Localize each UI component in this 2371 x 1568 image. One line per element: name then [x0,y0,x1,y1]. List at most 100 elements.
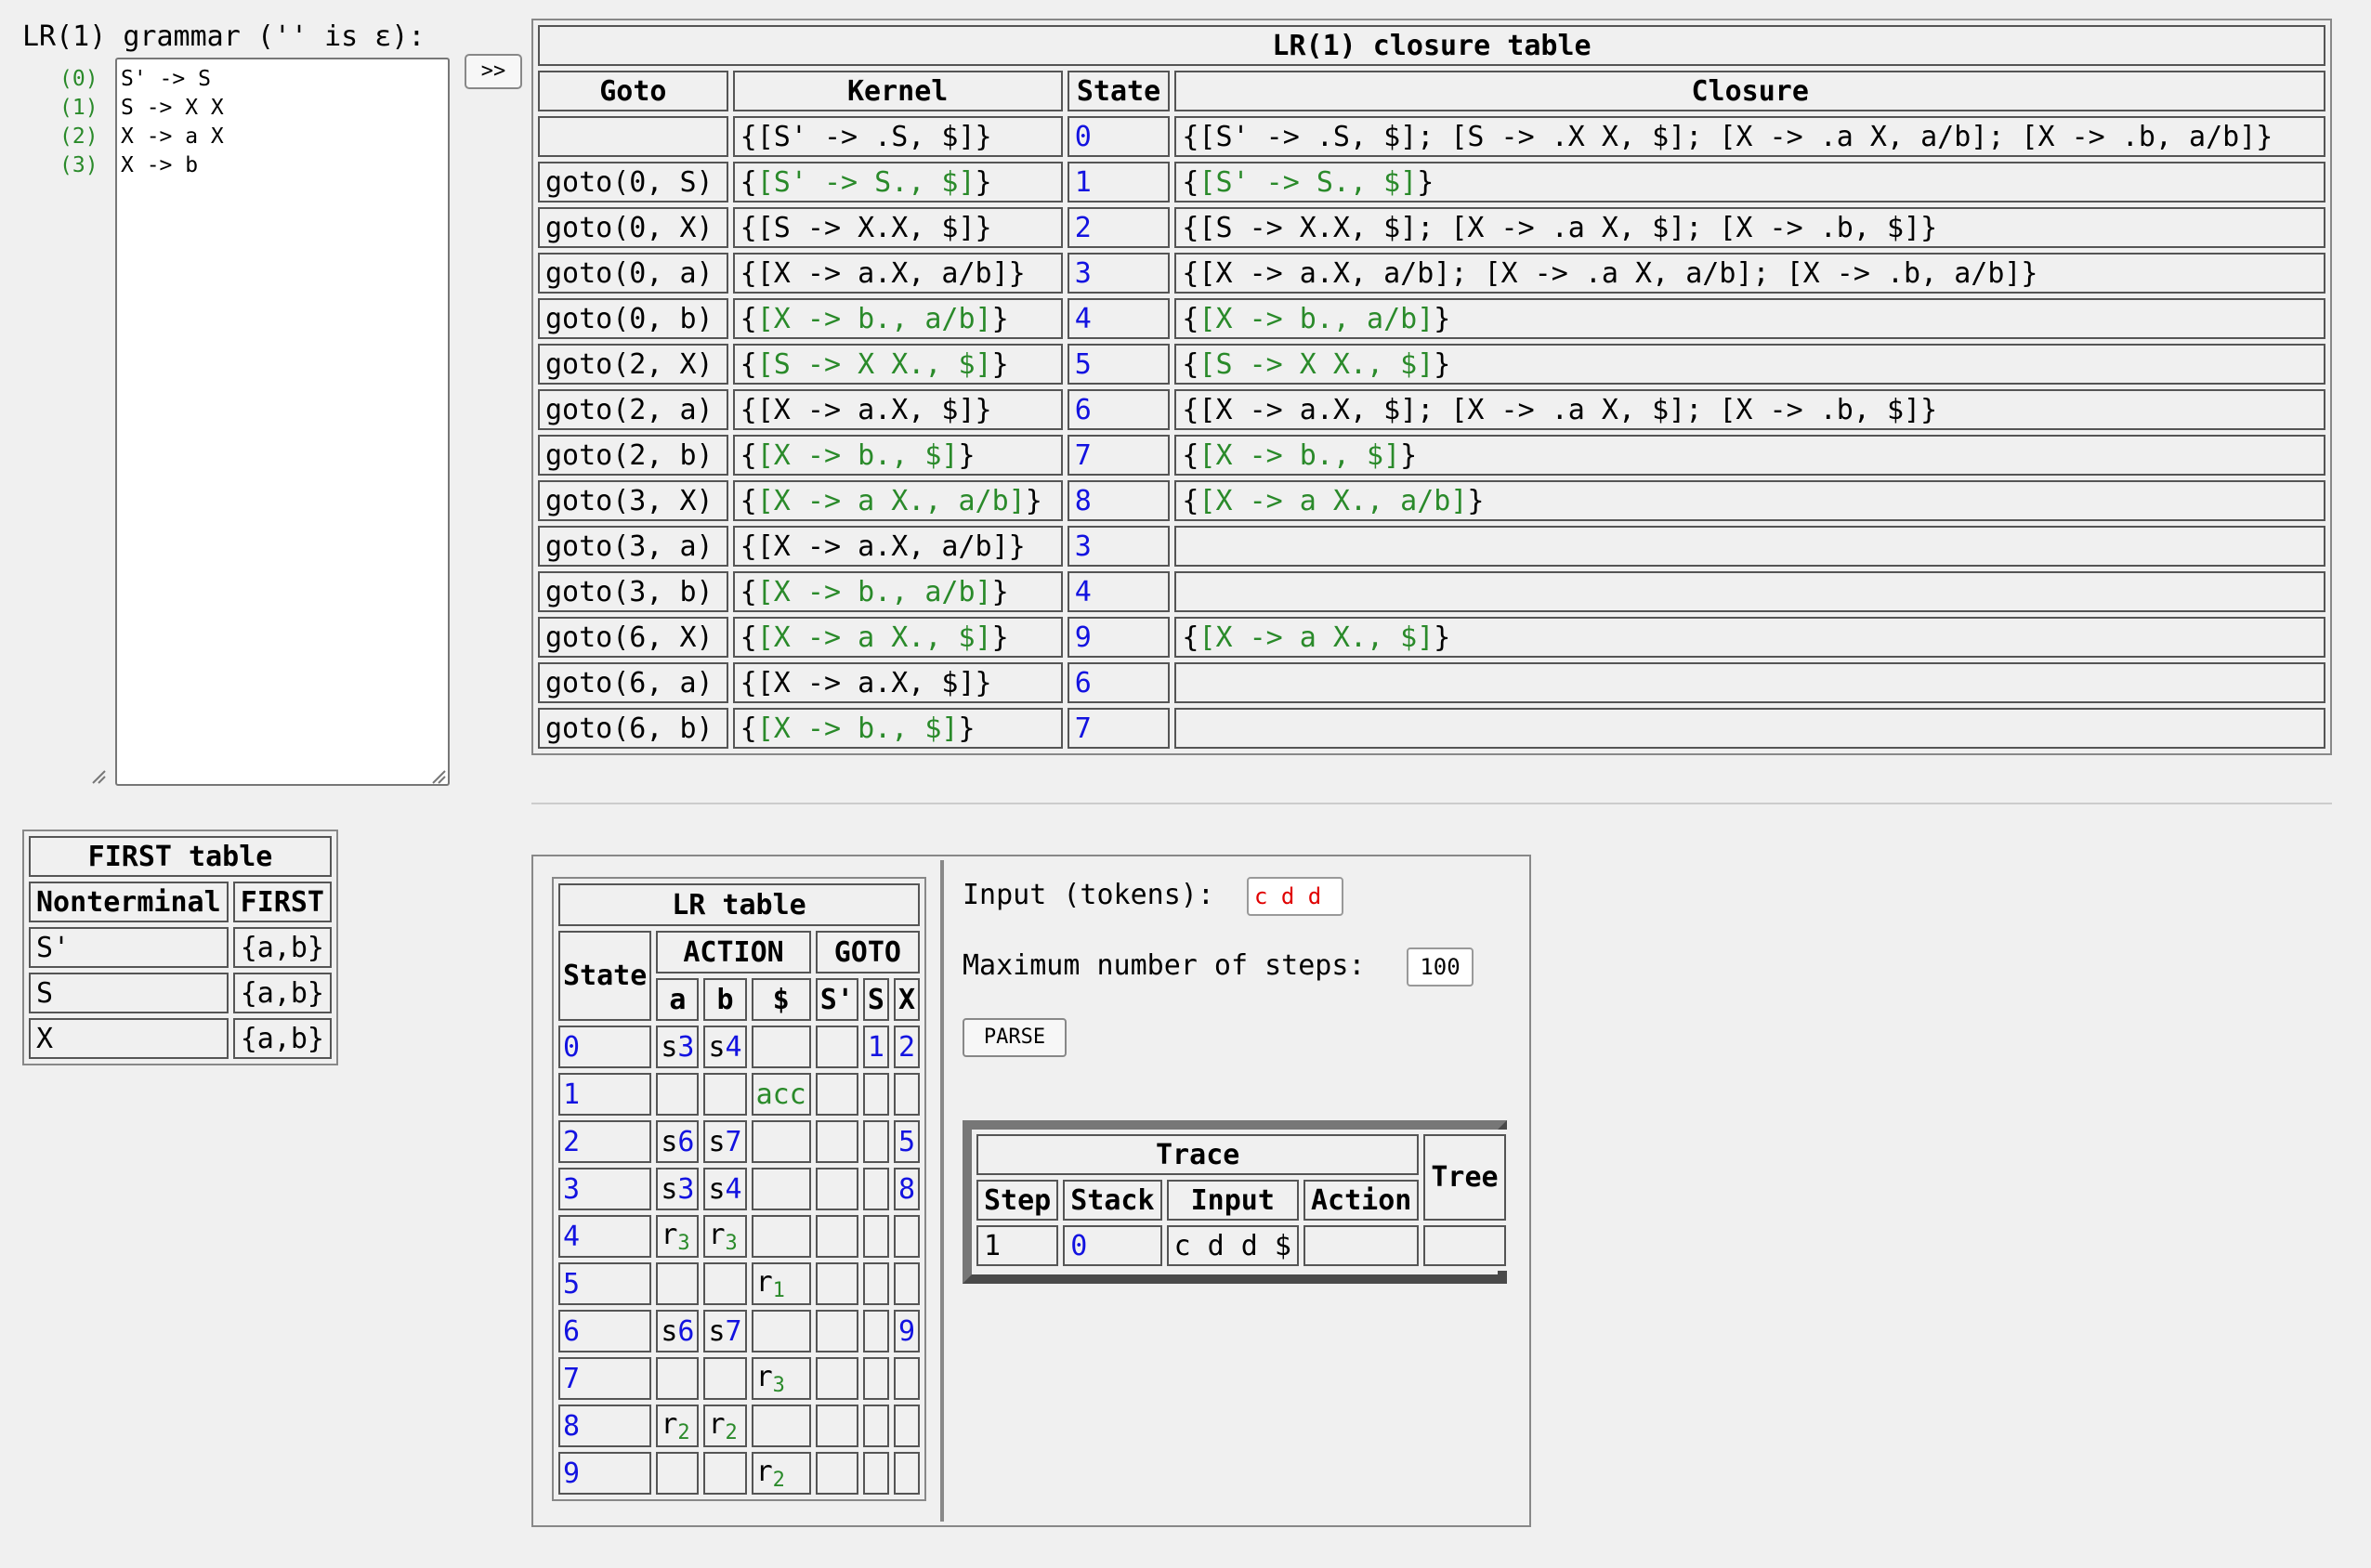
nonterminal-cell: S [29,973,229,1013]
shift-letter: s [708,1125,726,1158]
kernel-cell: {[X -> b., $]} [732,708,1063,749]
lr-cell: r2 [656,1405,700,1447]
goto-target-link[interactable]: 9 [898,1315,915,1348]
brace: { [740,347,757,381]
reduce-letter: r [755,1360,773,1393]
closure-header-closure: Closure [1174,71,2325,111]
state-link[interactable]: 3 [1067,253,1171,294]
brace: { [1182,165,1199,199]
lr-state-link[interactable]: 8 [558,1405,652,1447]
grammar-rule: S' -> S [121,67,211,91]
goto-target-link[interactable]: 5 [898,1126,915,1158]
goto-cell: goto(6, a) [538,662,728,703]
first-table-title: FIRST table [29,836,332,877]
closure-item: [X -> a X., a/b] [1199,484,1468,517]
lr-cell [893,1073,920,1116]
brace: { [740,302,757,335]
trace-input: c d d $ [1166,1225,1299,1266]
lr-cell: 2 [893,1026,920,1068]
kernel-item: {[X -> a.X, $]} [740,666,992,699]
goto-cell: goto(0, a) [538,253,728,294]
closure-header-goto: Goto [538,71,728,111]
lr-state-link[interactable]: 6 [558,1310,652,1352]
brace: { [740,621,757,654]
lr-cell [893,1357,920,1400]
resize-grip-icon[interactable] [89,767,106,784]
kernel-cell: {[X -> b., a/b]} [732,298,1063,339]
goto-target-link[interactable]: 2 [898,1031,915,1064]
shift-target-link[interactable]: 6 [677,1126,694,1158]
state-link[interactable]: 5 [1067,344,1171,385]
lr-state-link[interactable]: 4 [558,1215,652,1258]
build-tables-button[interactable]: >> [465,54,522,89]
closure-item: [X -> b., $] [1199,438,1401,472]
lr-row: 6 s6 s7 9 [558,1310,920,1352]
lr-state-link[interactable]: 0 [558,1026,652,1068]
lr-state-link[interactable]: 9 [558,1452,652,1495]
state-link[interactable]: 6 [1067,662,1171,703]
max-steps-field[interactable]: 100 [1407,947,1474,987]
state-link[interactable]: 0 [1067,116,1171,157]
shift-target-link[interactable]: 6 [677,1315,694,1348]
lr-state-link[interactable]: 7 [558,1357,652,1400]
reduce-rule-number: 2 [725,1420,738,1444]
shift-target-link[interactable]: 4 [726,1031,742,1064]
brace: { [740,165,757,199]
lr-state-link[interactable]: 3 [558,1168,652,1210]
state-link[interactable]: 9 [1067,617,1171,658]
lr-row: 7 r3 [558,1357,920,1400]
goto-target-link[interactable]: 1 [868,1031,884,1064]
closure-cell [1174,526,2325,567]
state-link[interactable]: 8 [1067,480,1171,521]
lr-cell [862,1120,889,1163]
reduce-letter: r [708,1218,726,1251]
state-link[interactable]: 3 [1067,526,1171,567]
lr-row: 3 s3 s4 8 [558,1168,920,1210]
goto-cell: goto(2, b) [538,435,728,476]
lr-state-link[interactable]: 5 [558,1262,652,1305]
closure-item: [S -> X X., $] [1199,347,1434,381]
lr-cell: s4 [703,1026,747,1068]
trace-header-tree: Tree [1423,1134,1506,1221]
parse-button[interactable]: PARSE [963,1018,1067,1057]
lr-cell [893,1262,920,1305]
state-link[interactable]: 4 [1067,298,1171,339]
first-row: S' {a,b} [29,927,332,968]
state-link[interactable]: 7 [1067,435,1171,476]
closure-row: goto(3, b) {[X -> b., a/b]} 4 [538,571,2325,612]
state-link[interactable]: 1 [1067,162,1171,203]
closure-item: [S' -> S., $] [1199,165,1418,199]
lr-cell [815,1215,858,1258]
closure-row: goto(3, a) {[X -> a.X, a/b]} 3 [538,526,2325,567]
lr-state-link[interactable]: 1 [558,1073,652,1116]
trace-action [1303,1225,1420,1266]
lr-cell [751,1215,811,1258]
lr-state-link[interactable]: 2 [558,1120,652,1163]
shift-target-link[interactable]: 4 [726,1173,742,1206]
closure-row: goto(2, b) {[X -> b., $]} 7 {[X -> b., $]} [538,435,2325,476]
grammar-textarea[interactable]: S' -> S S -> X X X -> a X X -> b [115,58,450,786]
lr-cell [862,1310,889,1352]
brace: } [991,302,1009,335]
input-tokens-field[interactable]: c d d [1247,877,1343,916]
shift-target-link[interactable]: 3 [677,1031,694,1064]
goto-target-link[interactable]: 8 [898,1173,915,1206]
closure-row: goto(6, b) {[X -> b., $]} 7 [538,708,2325,749]
resize-grip-icon[interactable] [429,767,446,784]
brace: { [740,712,757,745]
shift-target-link[interactable]: 7 [726,1126,742,1158]
first-row: S {a,b} [29,973,332,1013]
kernel-cell: {[X -> a.X, a/b]} [732,526,1063,567]
shift-target-link[interactable]: 3 [677,1173,694,1206]
kernel-item: {[X -> a.X, a/b]} [740,529,1026,563]
state-link[interactable]: 2 [1067,207,1171,248]
state-link[interactable]: 4 [1067,571,1171,612]
state-link[interactable]: 7 [1067,708,1171,749]
shift-target-link[interactable]: 7 [726,1315,742,1348]
reduce-letter: r [661,1407,678,1441]
lr-cell [815,1452,858,1495]
kernel-cell: {[X -> a X., $]} [732,617,1063,658]
state-link[interactable]: 6 [1067,389,1171,430]
kernel-item: {[S -> X.X, $]} [740,211,992,244]
lr-cell [862,1357,889,1400]
